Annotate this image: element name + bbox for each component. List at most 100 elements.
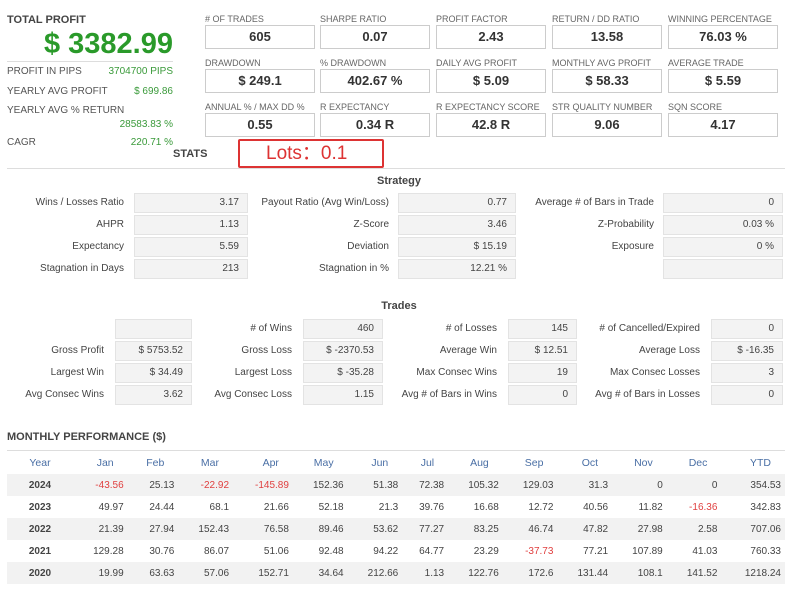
metric-value: 0.34 R: [320, 113, 430, 137]
column-header-oct: Oct: [581, 457, 599, 469]
summary-row: PROFIT IN PIPS 3704700 PIPS: [7, 66, 173, 77]
strategy-value: 1.13: [134, 215, 248, 235]
value-cell: 141.52: [666, 562, 722, 584]
strategy-value: 3.17: [134, 193, 248, 213]
trades-value: 19: [508, 363, 577, 383]
divider: [7, 450, 785, 451]
value-cell: 76.58: [233, 518, 293, 540]
trades-value: 0: [508, 385, 577, 405]
column-header-ytd: YTD: [750, 457, 771, 469]
trades-value: [115, 319, 192, 339]
table-row: 2021 129.28 30.76 86.07 51.06 92.48 94.22 64.77…: [7, 540, 785, 562]
column-header-sep: Sep: [524, 457, 544, 469]
strategy-label: AHPR: [96, 219, 124, 230]
value-cell: 105.32: [448, 474, 503, 496]
value-cell: 108.1: [612, 562, 667, 584]
value-cell: 53.62: [347, 518, 403, 540]
value-cell: -43.56: [73, 474, 128, 496]
column-header-aug: Aug: [470, 457, 489, 469]
metric-label: SHARPE RATIO: [320, 14, 387, 24]
monthly-performance-table: Year Jan Feb Mar Apr May Jun Jul Aug Sep Oct Nov Dec…: [7, 452, 785, 584]
value-cell: 1.13: [402, 562, 449, 584]
value-cell: 64.77: [419, 545, 445, 557]
value-cell: 11.82: [638, 501, 663, 513]
strategy-label: Stagnation in Days: [40, 263, 124, 274]
strategy-label: Z-Probability: [597, 219, 654, 230]
value-cell: 31.3: [557, 474, 613, 496]
value-cell: 2.58: [666, 518, 722, 540]
value-cell: 707.06: [721, 518, 785, 540]
metric-value: 605: [205, 25, 315, 49]
value-cell: 40.56: [583, 501, 609, 513]
strategy-title: Strategy: [376, 175, 422, 187]
summary-value: 28583.83 %: [119, 119, 173, 130]
metric-value: 402.67 %: [320, 69, 430, 93]
strategy-value: 12.21 %: [398, 259, 516, 279]
summary-label: YEARLY AVG PROFIT: [7, 86, 108, 97]
value-cell: 94.22: [373, 545, 399, 557]
summary-value: 3704700 PIPS: [108, 66, 174, 77]
strategy-label: Z-Score: [353, 219, 389, 230]
metric-value: $ 5.09: [436, 69, 546, 93]
column-header-year: Year: [29, 457, 51, 469]
trades-value: $ -2370.53: [303, 341, 383, 361]
value-cell: 25.13: [127, 474, 179, 496]
value-cell: 51.06: [263, 545, 289, 557]
metric-label: MONTHLY AVG PROFIT: [552, 58, 652, 68]
trades-label: Avg Consec Wins: [25, 389, 104, 400]
metric-value: 13.58: [552, 25, 662, 49]
metric-value: 4.17: [668, 113, 778, 137]
trades-title: Trades: [381, 300, 417, 312]
metric-value: $ 5.59: [668, 69, 778, 93]
trades-value: 1.15: [303, 385, 383, 405]
value-cell: 760.33: [750, 545, 781, 557]
value-cell: 47.82: [557, 518, 613, 540]
table-row: 2020 19.99 63.63 57.06 152.71 34.64 212.66 1.13…: [7, 562, 785, 584]
trades-label: Average Loss: [639, 345, 700, 356]
summary-value: $ 699.86: [134, 86, 173, 97]
metric-value: 0.07: [320, 25, 430, 49]
trades-label: Gross Loss: [241, 345, 292, 356]
value-cell: 152.43: [178, 518, 234, 540]
value-cell: 63.63: [127, 562, 179, 584]
value-cell: 0: [612, 474, 667, 496]
trades-label: Avg Consec Loss: [214, 389, 292, 400]
column-header-dec: Dec: [688, 457, 708, 469]
column-header-jun: Jun: [371, 457, 389, 469]
value-cell: 21.66: [263, 501, 289, 513]
metric-label: % DRAWDOWN: [320, 58, 387, 68]
trades-label: Largest Loss: [234, 367, 292, 378]
value-cell: 131.44: [557, 562, 613, 584]
summary-label: PROFIT IN PIPS: [7, 66, 82, 77]
value-cell: 16.68: [473, 501, 499, 513]
summary-row: CAGR 220.71 %: [7, 137, 173, 148]
metric-value: $ 249.1: [205, 69, 315, 93]
value-cell: 0: [666, 474, 722, 496]
value-cell: 23.29: [473, 545, 499, 557]
trades-value: 3.62: [115, 385, 192, 405]
metric-value: 2.43: [436, 25, 546, 49]
strategy-label: Average # of Bars in Trade: [535, 197, 654, 208]
value-cell: 107.89: [632, 545, 663, 557]
metric-label: STR QUALITY NUMBER: [552, 102, 653, 112]
value-cell: 83.25: [448, 518, 503, 540]
year-cell: 2022: [7, 518, 73, 540]
strategy-value: 213: [134, 259, 248, 279]
metric-label: AVERAGE TRADE: [668, 58, 744, 68]
strategy-value: 3.46: [398, 215, 516, 235]
metric-label: ANNUAL % / MAX DD %: [205, 102, 305, 112]
metric-label: PROFIT FACTOR: [436, 14, 508, 24]
value-cell: 51.38: [347, 474, 403, 496]
table-row: 2024 -43.56 25.13 -22.92 -145.89 152.36 51.38 7…: [7, 474, 785, 496]
column-header-jan: Jan: [96, 457, 114, 469]
metric-label: DRAWDOWN: [205, 58, 261, 68]
metric-value: 76.03 %: [668, 25, 778, 49]
strategy-label: Expectancy: [72, 241, 124, 252]
value-cell: 12.72: [528, 501, 554, 513]
value-cell: 27.94: [127, 518, 179, 540]
value-cell: -145.89: [233, 474, 293, 496]
metric-label: WINNING PERCENTAGE: [668, 14, 772, 24]
year-cell: 2020: [7, 562, 73, 584]
total-profit-value: $ 3382.99: [43, 28, 173, 60]
strategy-label: Payout Ratio (Avg Win/Loss): [261, 197, 389, 208]
